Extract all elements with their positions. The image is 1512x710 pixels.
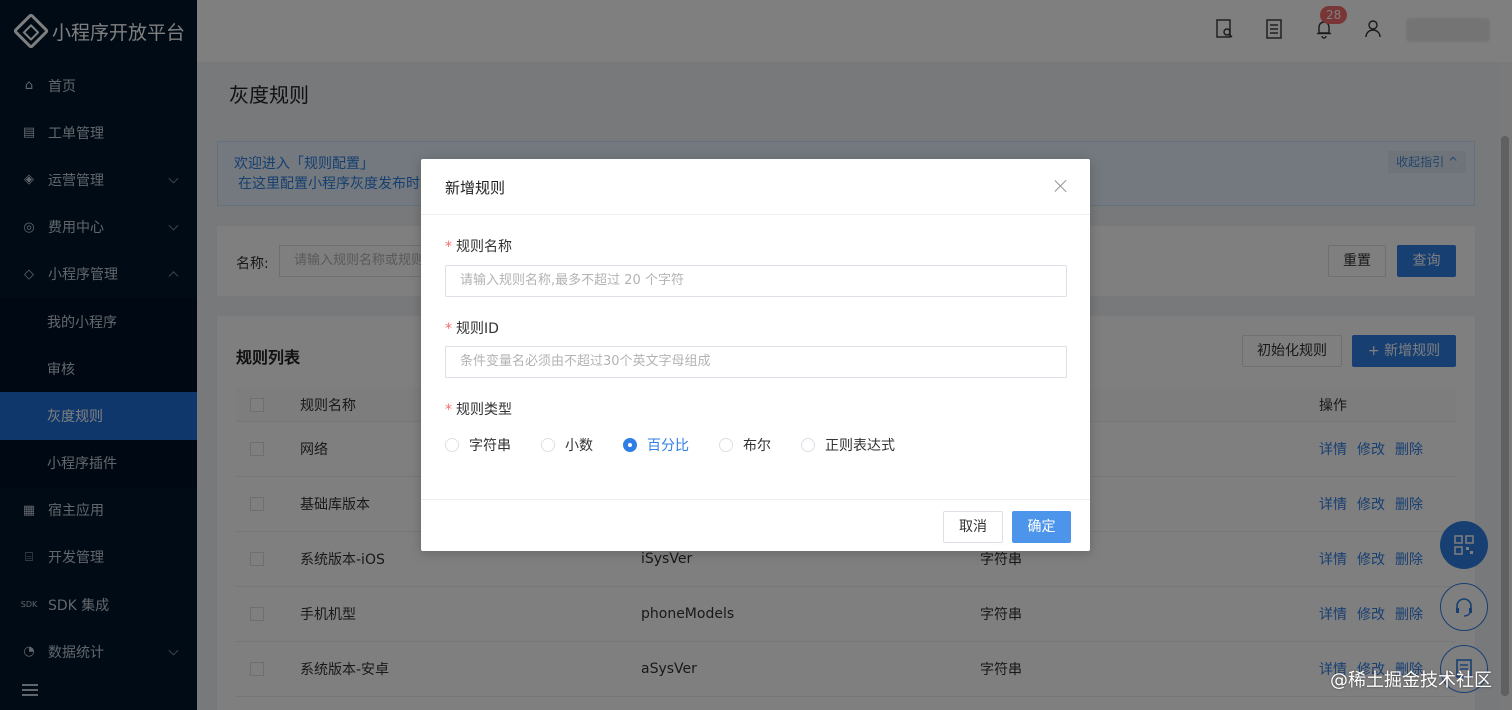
radio-regex[interactable]: 正则表达式 <box>801 435 895 455</box>
dialog-header: 新增规则 <box>421 159 1090 215</box>
rule-type-label: * 规则类型 <box>445 402 512 418</box>
cancel-button[interactable]: 取消 <box>943 511 1003 543</box>
rule-id-label: * 规则ID <box>445 321 499 337</box>
rule-type-radio-group: 字符串 小数 百分比 布尔 正则表达式 <box>445 435 925 455</box>
radio-decimal[interactable]: 小数 <box>541 435 593 455</box>
radio-string[interactable]: 字符串 <box>445 435 511 455</box>
radio-circle-icon <box>445 438 459 452</box>
radio-circle-icon <box>719 438 733 452</box>
confirm-button[interactable]: 确定 <box>1012 511 1071 543</box>
dialog-footer: 取消 确定 <box>421 499 1090 551</box>
rule-name-label: * 规则名称 <box>445 239 512 255</box>
radio-circle-icon <box>541 438 555 452</box>
radio-checked-icon <box>623 438 637 452</box>
radio-percentage[interactable]: 百分比 <box>623 435 689 455</box>
rule-name-input[interactable]: 请输入规则名称,最多不超过 20 个字符 <box>445 265 1067 297</box>
dialog-title: 新增规则 <box>445 179 506 197</box>
rule-id-input[interactable]: 条件变量名必须由不超过30个英文字母组成 <box>445 346 1067 378</box>
watermark: @稀土掘金技术社区 <box>1330 670 1492 691</box>
add-rule-dialog: 新增规则 * 规则名称 请输入规则名称,最多不超过 20 个字符 * 规则ID 条件… <box>421 159 1090 551</box>
radio-circle-icon <box>801 438 815 452</box>
close-icon[interactable] <box>1054 179 1068 193</box>
radio-boolean[interactable]: 布尔 <box>719 435 771 455</box>
